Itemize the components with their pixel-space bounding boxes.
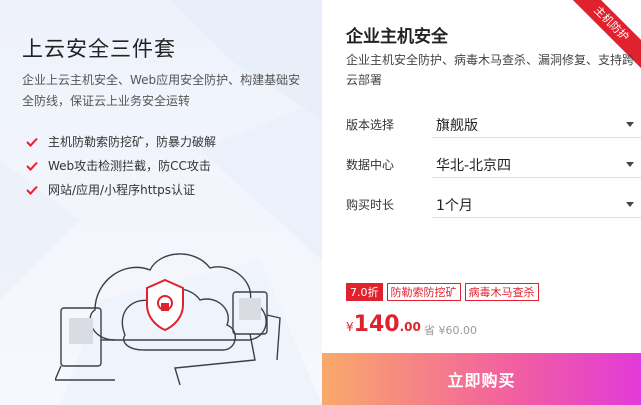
feature-text: Web攻击检测拦截，防CC攻击 <box>48 159 211 173</box>
buy-now-button[interactable]: 立即购买 <box>322 353 641 405</box>
version-value: 旗舰版 <box>436 118 478 134</box>
check-icon <box>26 161 42 171</box>
option-label: 数据中心 <box>346 158 395 172</box>
duration-select[interactable]: 1个月 <box>432 193 641 218</box>
feature-text: 网站/应用/小程序https认证 <box>48 183 195 197</box>
version-select[interactable]: 旗舰版 <box>432 113 641 138</box>
price-currency: ¥ <box>346 320 354 334</box>
option-row-datacenter: 数据中心 华北-北京四 <box>346 153 641 178</box>
promo-tags: 7.0折 防勒索防挖矿 病毒木马查杀 <box>346 283 539 301</box>
saved-amount: 省 ¥60.00 <box>424 324 477 337</box>
price-integer: 140 <box>353 312 400 337</box>
feature-tag: 防勒索防挖矿 <box>386 283 461 301</box>
promo-title: 上云安全三件套 <box>22 37 176 61</box>
chevron-down-icon <box>626 122 634 127</box>
option-label: 版本选择 <box>346 118 395 132</box>
feature-list: 主机防勒索防挖矿，防暴力破解 Web攻击检测拦截，防CC攻击 网站/应用/小程序… <box>26 130 216 202</box>
datacenter-value: 华北-北京四 <box>436 158 512 174</box>
cloud-security-illustration <box>55 253 281 386</box>
option-row-version: 版本选择 旗舰版 <box>346 113 641 138</box>
datacenter-select[interactable]: 华北-北京四 <box>432 153 641 178</box>
option-row-duration: 购买时长 1个月 <box>346 193 641 218</box>
product-card: 主机防护 企业主机安全 企业主机安全防护、病毒木马查杀、漏洞修复、支持跨云部署 … <box>322 0 641 405</box>
feature-text: 主机防勒索防挖矿，防暴力破解 <box>48 135 217 149</box>
duration-value: 1个月 <box>436 198 473 214</box>
feature-tag: 病毒木马查杀 <box>464 283 539 301</box>
feature-item: 主机防勒索防挖矿，防暴力破解 <box>26 130 216 154</box>
discount-badge: 7.0折 <box>346 283 383 301</box>
promo-panel: 上云安全三件套 企业上云主机安全、Web应用安全防护、构建基础安全防线，保证云上… <box>0 0 322 405</box>
feature-item: Web攻击检测拦截，防CC攻击 <box>26 154 216 178</box>
chevron-down-icon <box>626 162 634 167</box>
check-icon <box>26 137 42 147</box>
product-title: 企业主机安全 <box>346 27 448 47</box>
option-label: 购买时长 <box>346 198 395 212</box>
price: ¥140.00 <box>346 312 421 337</box>
chevron-down-icon <box>626 202 634 207</box>
feature-item: 网站/应用/小程序https认证 <box>26 178 216 202</box>
price-decimal: .00 <box>399 320 421 334</box>
promo-description: 企业上云主机安全、Web应用安全防护、构建基础安全防线，保证云上业务安全运转 <box>22 73 301 108</box>
check-icon <box>26 185 42 195</box>
product-subtitle: 企业主机安全防护、病毒木马查杀、漏洞修复、支持跨云部署 <box>346 53 635 87</box>
